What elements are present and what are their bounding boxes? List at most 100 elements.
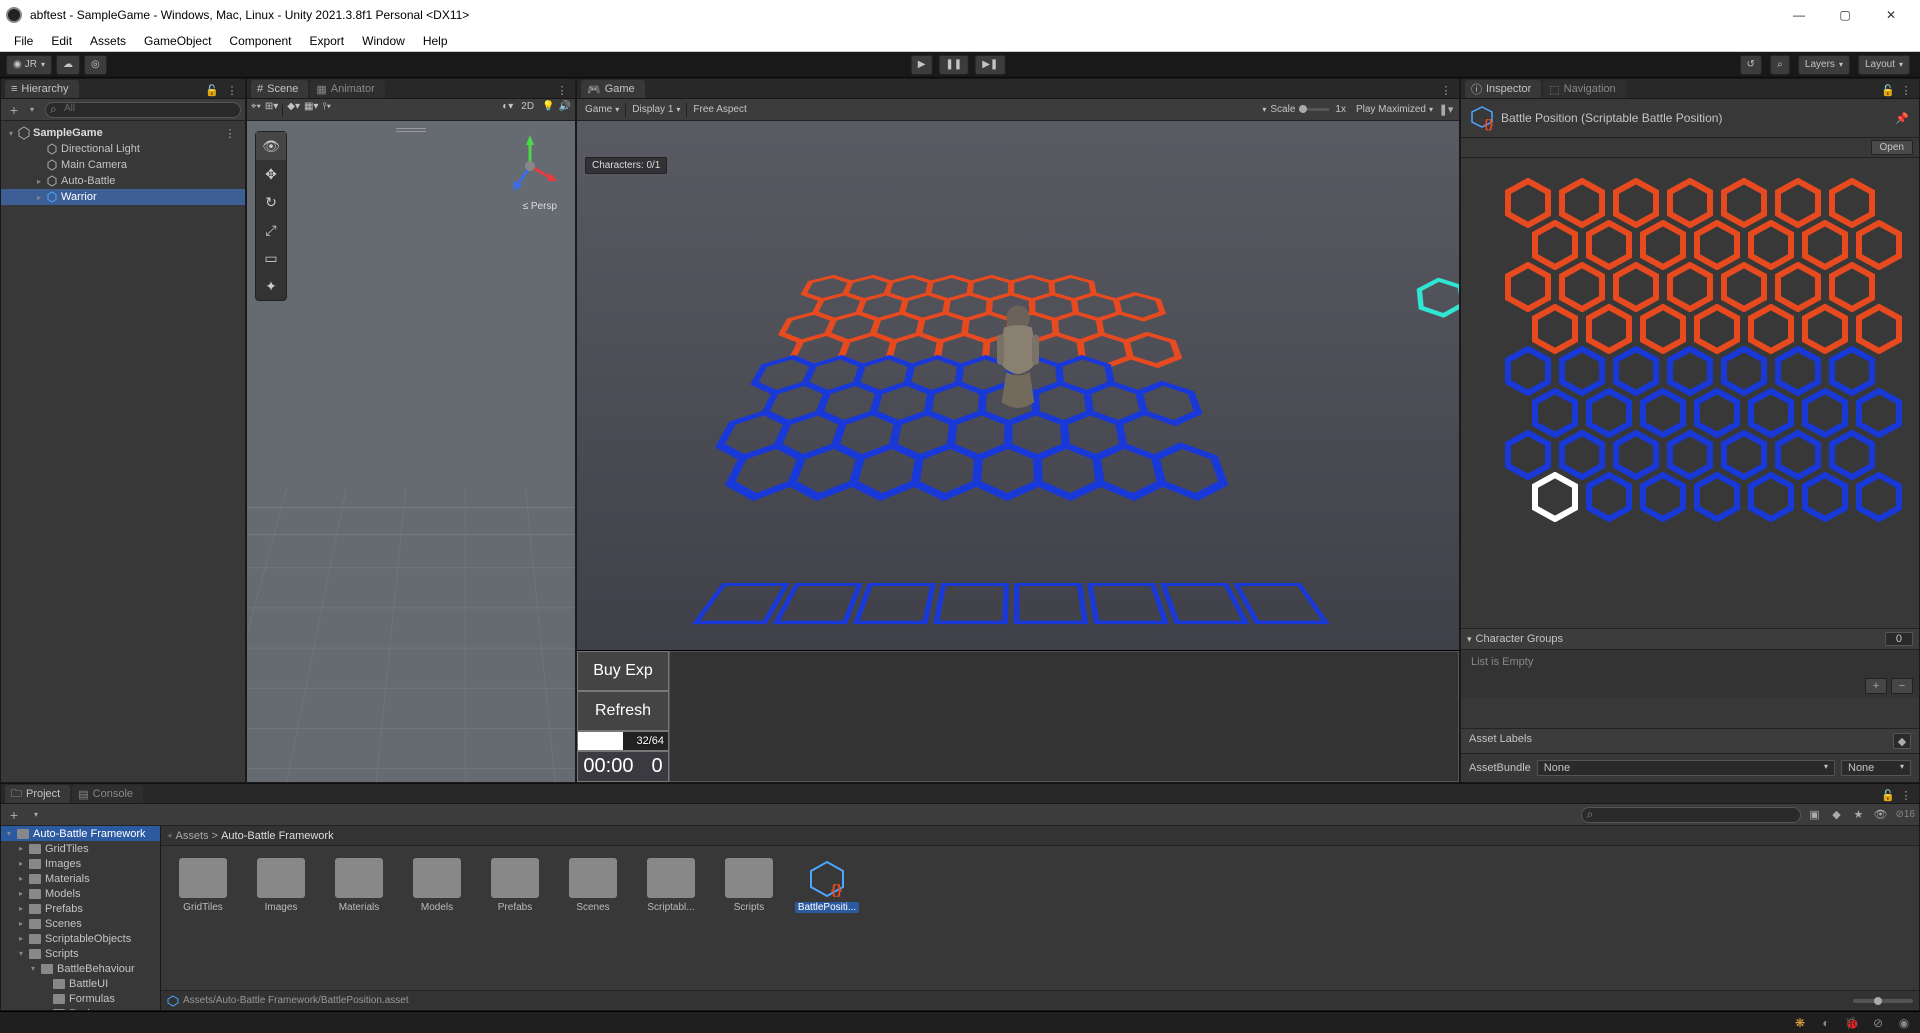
project-tree-item[interactable]: ▸Scenes	[1, 916, 160, 931]
hex-cell[interactable]	[1746, 304, 1796, 354]
gizmo-toggle[interactable]: ⊞▾	[265, 101, 278, 119]
project-tree-item[interactable]: ▸Models	[1, 886, 160, 901]
hex-cell[interactable]	[1800, 472, 1850, 522]
hierarchy-item[interactable]: Directional Light	[1, 141, 245, 157]
tab-inspector[interactable]: ⓘInspector	[1465, 80, 1541, 98]
project-tree-item[interactable]: ▸Images	[1, 856, 160, 871]
scene-audio-toggle[interactable]: 🔊	[559, 101, 571, 119]
scale-slider[interactable]	[1299, 108, 1329, 111]
breadcrumb[interactable]: ◂ Assets > Auto-Battle Framework	[161, 826, 1919, 846]
auto-generate-lighting-icon[interactable]: ❋	[1792, 1015, 1808, 1031]
scene-menu-icon[interactable]: ⋮	[221, 125, 239, 141]
asset-folder[interactable]: Materials	[329, 858, 389, 913]
game-view-dropdown[interactable]: Game▾	[581, 104, 623, 115]
tab-hierarchy[interactable]: ≡Hierarchy	[5, 80, 79, 98]
step-button[interactable]: ▶❚	[975, 55, 1005, 75]
menu-file[interactable]: File	[6, 32, 41, 50]
aspect-dropdown[interactable]: Free Aspect	[689, 104, 750, 115]
inspector-lock-icon[interactable]: 🔓	[1879, 82, 1897, 98]
asset-bundle-variant-dropdown[interactable]: None▾	[1841, 760, 1911, 776]
scene-row[interactable]: ▾ SampleGame ⋮	[1, 125, 245, 141]
hex-cell[interactable]	[1638, 220, 1688, 270]
hex-cell[interactable]	[1584, 388, 1634, 438]
move-tool[interactable]: ✥	[256, 160, 286, 188]
list-add-button[interactable]: +	[1865, 678, 1887, 694]
battle-position-grid[interactable]	[1461, 158, 1919, 628]
maximize-button[interactable]: ▢	[1822, 1, 1868, 29]
asset-folder[interactable]: GridTiles	[173, 858, 233, 913]
hex-cell[interactable]	[1746, 472, 1796, 522]
hidden-packages-icon[interactable]: 👁	[1871, 807, 1889, 823]
hex-cell[interactable]	[1638, 304, 1688, 354]
hex-cell[interactable]	[1584, 220, 1634, 270]
asset-folder[interactable]: Models	[407, 858, 467, 913]
search-button[interactable]: ⌕	[1770, 55, 1790, 75]
menu-export[interactable]: Export	[301, 32, 352, 50]
scene-light-toggle[interactable]: 💡	[542, 101, 554, 119]
perspective-label[interactable]: ≤ Persp	[523, 201, 557, 212]
layers-dropdown[interactable]: Layers▾	[1798, 55, 1850, 75]
minimize-button[interactable]: —	[1776, 1, 1822, 29]
hierarchy-menu-icon[interactable]: ⋮	[223, 82, 241, 98]
inspector-menu-icon[interactable]: ⋮	[1897, 82, 1915, 98]
project-tree-item[interactable]: ▸ScriptableObjects	[1, 931, 160, 946]
view-tool[interactable]: 👁	[256, 132, 286, 160]
game-viewport[interactable]: Characters: 0/1	[577, 121, 1459, 650]
refresh-button[interactable]: Refresh	[577, 691, 669, 731]
menu-gameobject[interactable]: GameObject	[136, 32, 219, 50]
asset-folder[interactable]: Scenes	[563, 858, 623, 913]
asset-folder[interactable]: Images	[251, 858, 311, 913]
hex-cell[interactable]	[1530, 220, 1580, 270]
rotate-tool[interactable]: ↻	[256, 188, 286, 216]
asset-folder[interactable]: Scriptabl...	[641, 858, 701, 913]
hex-cell[interactable]	[1746, 220, 1796, 270]
debug-mode-icon[interactable]: 🐞	[1844, 1015, 1860, 1031]
orientation-gizmo[interactable]	[495, 131, 565, 201]
pause-button[interactable]: ❚❚	[938, 55, 969, 75]
tab-project[interactable]: 🗀Project	[5, 785, 70, 803]
scene-tab-menu-icon[interactable]: ⋮	[553, 82, 571, 98]
project-tree-item[interactable]: ▸Prefabs	[1, 901, 160, 916]
project-tree-item[interactable]: ▾Auto-Battle Framework	[1, 826, 160, 841]
project-tree-item[interactable]: ▾Scripts	[1, 946, 160, 961]
hex-cell[interactable]	[1854, 304, 1904, 354]
asset-grid[interactable]: GridTiles Images Materials Models Prefabs Sce…	[161, 846, 1919, 990]
hex-cell[interactable]	[1746, 388, 1796, 438]
services-button[interactable]: ◎	[84, 55, 107, 75]
asset-scriptable-object[interactable]: {}BattlePositi...	[797, 858, 857, 913]
hex-cell[interactable]	[1800, 304, 1850, 354]
search-by-label-icon[interactable]: ◆	[1827, 807, 1845, 823]
progress-icon[interactable]: ◐	[1818, 1015, 1834, 1031]
project-tree-item[interactable]: BattleUI	[1, 976, 160, 991]
hex-cell[interactable]	[1800, 388, 1850, 438]
hex-cell[interactable]	[1692, 388, 1742, 438]
asset-folder[interactable]: Prefabs	[485, 858, 545, 913]
hex-cell[interactable]	[1854, 472, 1904, 522]
hex-cell[interactable]	[1584, 472, 1634, 522]
list-remove-button[interactable]: −	[1891, 678, 1913, 694]
hierarchy-search[interactable]: All	[45, 102, 241, 118]
hex-cell[interactable]	[1692, 304, 1742, 354]
cloud-button[interactable]: ☁	[56, 55, 80, 75]
menu-help[interactable]: Help	[415, 32, 456, 50]
drag-handle-icon[interactable]	[396, 127, 426, 133]
asset-bundle-dropdown[interactable]: None▾	[1537, 760, 1835, 776]
project-menu-icon[interactable]: ⋮	[1897, 787, 1915, 803]
hex-cell[interactable]	[1800, 220, 1850, 270]
game-tab-menu-icon[interactable]: ⋮	[1437, 82, 1455, 98]
project-tree[interactable]: ▾Auto-Battle Framework▸GridTiles▸Images ▸…	[1, 826, 161, 1010]
asset-folder[interactable]: Scripts	[719, 858, 779, 913]
hex-cell[interactable]	[1638, 472, 1688, 522]
hex-cell[interactable]	[1854, 388, 1904, 438]
asset-labels-dropdown[interactable]: ◆	[1893, 733, 1911, 749]
grid-snap-toggle[interactable]: ▦▾	[304, 101, 318, 119]
tab-game[interactable]: 🎮Game	[581, 80, 645, 98]
project-create-button[interactable]: +	[5, 807, 23, 823]
chevron-down-icon[interactable]: ▾	[27, 807, 45, 823]
project-tree-item[interactable]: Formulas	[1, 991, 160, 1006]
hex-cell[interactable]	[1854, 220, 1904, 270]
character-groups-header[interactable]: ▾ Character Groups 0	[1461, 628, 1919, 650]
menu-component[interactable]: Component	[221, 32, 299, 50]
project-tree-item[interactable]: ▸GridTiles	[1, 841, 160, 856]
hex-cell[interactable]	[1530, 304, 1580, 354]
